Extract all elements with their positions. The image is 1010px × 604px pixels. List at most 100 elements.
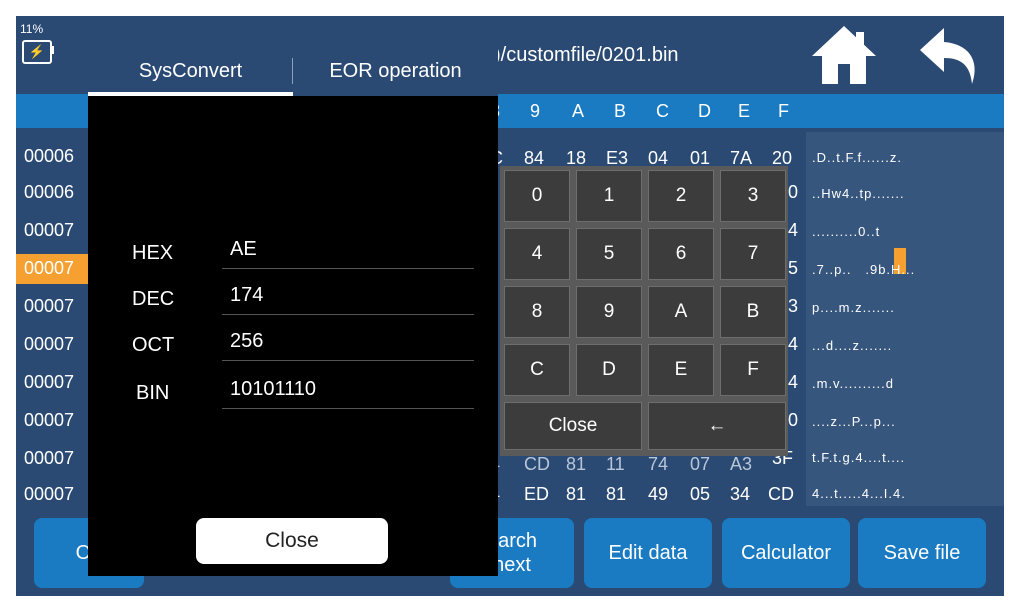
key-6[interactable]: 6 (648, 228, 714, 280)
hex-value: AE (230, 238, 257, 260)
hex-byte[interactable]: 4 (788, 334, 798, 355)
hex-byte[interactable]: 0 (788, 410, 798, 431)
backspace-icon[interactable]: ← (648, 402, 786, 450)
key-1[interactable]: 1 (576, 170, 642, 222)
key-d[interactable]: D (576, 344, 642, 396)
ascii-row: 4...t.....4...I.4. (812, 486, 906, 501)
hex-byte[interactable]: 05 (690, 484, 710, 505)
key-b[interactable]: B (720, 286, 786, 338)
save-file-button[interactable]: Save file (858, 518, 986, 588)
save-file-label: Save file (883, 542, 961, 564)
row-address[interactable]: 00007 (24, 372, 74, 393)
col-header: E (738, 101, 751, 121)
key-3[interactable]: 3 (720, 170, 786, 222)
ascii-row: .m.v..........d (812, 376, 894, 391)
hex-keypad: 0 1 2 3 4 5 6 7 8 9 A B C D E F Close ← (500, 166, 788, 456)
calculator-label: Calculator (740, 542, 832, 564)
sysconvert-dialog: SysConvert EOR operation HEX AE DEC 174 … (88, 46, 498, 576)
row-address[interactable]: 00007 (24, 334, 74, 355)
col-header: D (698, 101, 711, 121)
col-header: F (778, 101, 789, 121)
hex-field[interactable]: AE (222, 234, 474, 269)
hex-byte[interactable]: 81 (566, 484, 586, 505)
col-header: A (572, 101, 585, 121)
key-2[interactable]: 2 (648, 170, 714, 222)
row-address[interactable]: 00007 (24, 296, 74, 317)
ascii-row: t.F.t.g.4....t.... (812, 450, 906, 465)
row-address[interactable]: 00007 (24, 258, 74, 279)
dec-field[interactable]: 174 (222, 280, 474, 315)
dialog-close-button[interactable]: Close (196, 518, 388, 564)
dec-value: 174 (230, 284, 264, 306)
dialog-tab-bar: SysConvert EOR operation (88, 46, 498, 96)
col-header: B (614, 101, 627, 121)
col-header: 9 (530, 101, 541, 121)
edit-data-button[interactable]: Edit data (584, 518, 712, 588)
tab-sysconvert[interactable]: SysConvert (88, 46, 293, 96)
hex-byte[interactable]: 81 (566, 454, 586, 475)
ascii-row: ....z...P...p... (812, 414, 896, 429)
bin-label: BIN (136, 382, 170, 404)
tab-eor-operation[interactable]: EOR operation (293, 46, 498, 96)
oct-label: OCT (132, 334, 175, 356)
hex-byte[interactable]: 49 (648, 484, 668, 505)
edit-data-label: Edit data (608, 542, 688, 564)
hex-byte[interactable]: 11 (606, 454, 625, 475)
battery-indicator: 11% ⚡ (20, 22, 60, 82)
oct-field[interactable]: 256 (222, 326, 474, 361)
ascii-row: ..........0..t (812, 224, 881, 239)
hex-byte[interactable]: 74 (648, 454, 668, 475)
hex-byte[interactable]: ED (524, 484, 549, 505)
ascii-row: .D..t.F.f......z. (812, 150, 902, 165)
hex-byte[interactable]: 5 (788, 258, 798, 279)
row-address[interactable]: 00007 (24, 448, 74, 469)
key-c[interactable]: C (504, 344, 570, 396)
row-address[interactable]: 00006 (24, 182, 74, 203)
file-path: )/customfile/0201.bin (494, 44, 679, 66)
calculator-button[interactable]: Calculator (722, 518, 850, 588)
key-0[interactable]: 0 (504, 170, 570, 222)
hex-label: HEX (132, 242, 174, 264)
ascii-row: .7..p.. .9b.H... (812, 262, 916, 277)
active-tab-indicator (88, 92, 293, 96)
key-a[interactable]: A (648, 286, 714, 338)
col-header: C (656, 101, 669, 121)
ascii-row: ...d....z....... (812, 338, 893, 353)
ascii-row: ..Hw4..tp....... (812, 186, 905, 201)
home-icon[interactable] (808, 22, 880, 88)
hex-byte[interactable]: 07 (690, 454, 710, 475)
key-9[interactable]: 9 (576, 286, 642, 338)
key-f[interactable]: F (720, 344, 786, 396)
key-4[interactable]: 4 (504, 228, 570, 280)
dec-label: DEC (132, 288, 175, 310)
hex-byte[interactable]: A3 (730, 454, 752, 475)
key-7[interactable]: 7 (720, 228, 786, 280)
row-address[interactable]: 00007 (24, 410, 74, 431)
ascii-row: p....m.z....... (812, 300, 895, 315)
hex-byte[interactable]: 3 (788, 296, 798, 317)
key-e[interactable]: E (648, 344, 714, 396)
hex-byte[interactable]: 4 (788, 220, 798, 241)
hex-byte[interactable]: 4 (788, 372, 798, 393)
row-address[interactable]: 00007 (24, 220, 74, 241)
bin-value: 10101110 (230, 378, 317, 400)
battery-percent: 11% (20, 22, 44, 36)
oct-value: 256 (230, 330, 264, 352)
bin-field[interactable]: 10101110 (222, 374, 474, 409)
hex-byte[interactable]: 0 (788, 182, 798, 203)
row-address[interactable]: 00006 (24, 146, 74, 167)
key-8[interactable]: 8 (504, 286, 570, 338)
row-address[interactable]: 00007 (24, 484, 74, 505)
battery-nub (51, 46, 54, 54)
ascii-panel: .D..t.F.f......z. ..Hw4..tp....... .....… (806, 132, 1004, 506)
battery-icon: ⚡ (22, 40, 52, 64)
hex-editor-screen: 11% ⚡ )/customfile/0201.bin 3 9 A B C D … (16, 16, 1004, 596)
back-arrow-icon[interactable] (914, 22, 986, 88)
key-5[interactable]: 5 (576, 228, 642, 280)
keypad-close-button[interactable]: Close (504, 402, 642, 450)
search-next-label-line2: next (493, 554, 531, 576)
hex-byte[interactable]: CD (768, 484, 794, 505)
hex-byte[interactable]: 34 (730, 484, 750, 505)
hex-byte[interactable]: CD (524, 454, 550, 475)
hex-byte[interactable]: 81 (606, 484, 626, 505)
